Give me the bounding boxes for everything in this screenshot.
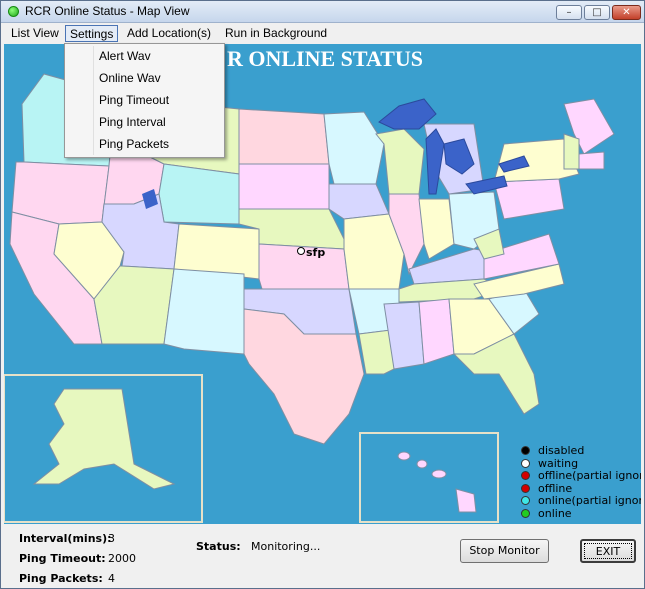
- state-wisconsin: [375, 128, 425, 195]
- exit-button[interactable]: EXIT: [580, 539, 636, 563]
- state-wyoming: [158, 163, 240, 225]
- menu-item-ping-interval[interactable]: Ping Interval: [99, 115, 166, 129]
- stop-monitor-button[interactable]: Stop Monitor: [460, 539, 549, 563]
- interval-value: 3: [108, 532, 115, 545]
- state-south-dakota: [238, 163, 330, 210]
- state-alabama: [418, 298, 455, 365]
- menu-item-online-wav[interactable]: Online Wav: [99, 71, 161, 85]
- menu-gutter: [93, 46, 94, 155]
- hawaii-inset: [359, 432, 499, 523]
- settings-dropdown: Alert Wav Online Wav Ping Timeout Ping I…: [64, 43, 225, 158]
- packets-label: Ping Packets:: [19, 572, 103, 585]
- state-indiana: [418, 198, 455, 260]
- map-title: R ONLINE STATUS: [227, 46, 424, 71]
- menu-run-in-background[interactable]: Run in Background: [221, 25, 331, 42]
- window-title: RCR Online Status - Map View: [25, 4, 190, 18]
- status-value: Monitoring...: [251, 540, 321, 553]
- location-marker[interactable]: [297, 247, 305, 255]
- menu-settings[interactable]: Settings: [65, 25, 119, 42]
- menu-add-locations[interactable]: Add Location(s): [123, 25, 215, 42]
- minimize-button[interactable]: –: [556, 5, 582, 20]
- status-panel: Interval(mins): 3 Ping Timeout: 2000 Pin…: [1, 524, 644, 588]
- timeout-value: 2000: [108, 552, 136, 565]
- packets-value: 4: [108, 572, 115, 585]
- interval-label: Interval(mins):: [19, 532, 112, 545]
- menu-list-view[interactable]: List View: [7, 25, 63, 42]
- status-app-icon: [8, 6, 19, 17]
- close-button[interactable]: ✕: [612, 5, 641, 20]
- timeout-label: Ping Timeout:: [19, 552, 106, 565]
- menu-item-ping-timeout[interactable]: Ping Timeout: [99, 93, 169, 107]
- state-massachusetts: [578, 151, 605, 170]
- menu-bar: List View Settings Add Location(s) Run i…: [1, 23, 644, 43]
- menu-item-ping-packets[interactable]: Ping Packets: [99, 137, 169, 151]
- state-new-mexico: [163, 268, 245, 355]
- title-bar[interactable]: RCR Online Status - Map View – □ ✕: [1, 1, 644, 23]
- maximize-button[interactable]: □: [584, 5, 610, 20]
- location-label: sfp: [306, 246, 326, 259]
- menu-item-alert-wav[interactable]: Alert Wav: [99, 49, 151, 63]
- state-iowa: [328, 183, 390, 220]
- state-north-dakota: [238, 108, 330, 165]
- app-window: RCR Online Status - Map View – □ ✕ List …: [0, 0, 645, 589]
- state-vermont-nh: [563, 133, 580, 170]
- state-minnesota: [323, 111, 385, 185]
- state-oregon: [11, 161, 110, 225]
- status-label: Status:: [196, 540, 241, 553]
